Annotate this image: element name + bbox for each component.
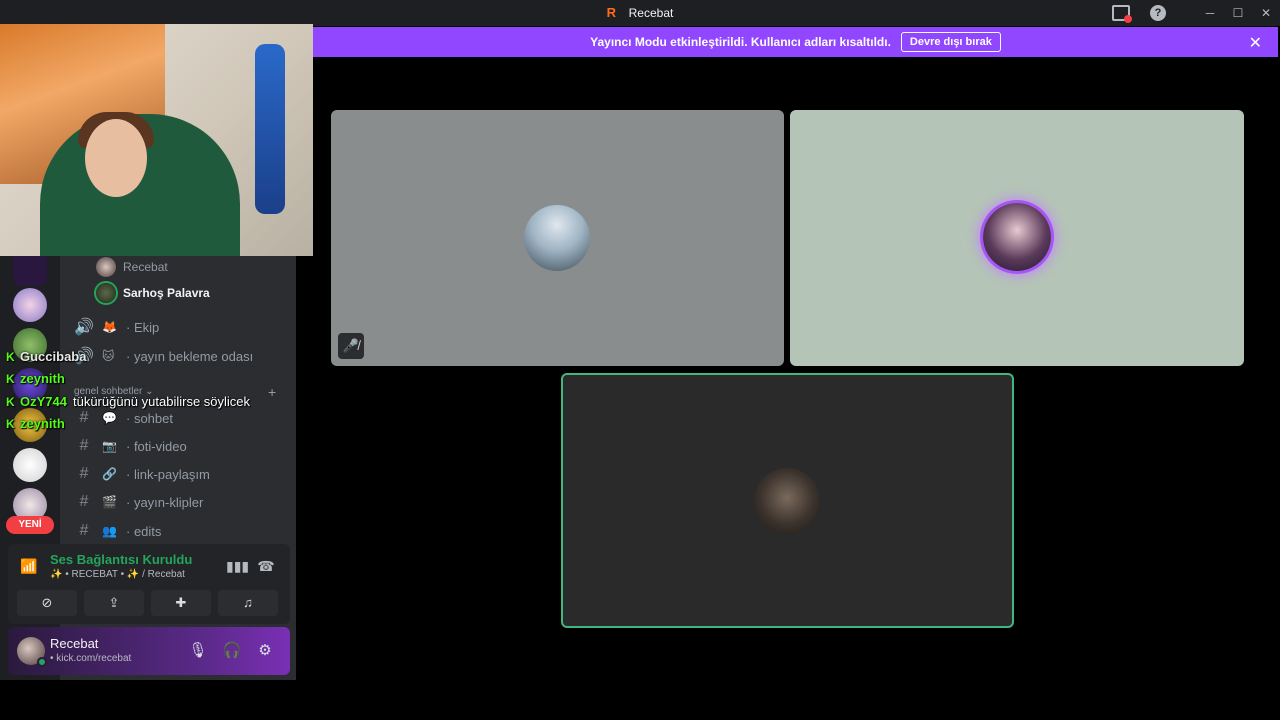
help-icon[interactable]: ? — [1150, 5, 1166, 21]
banner-close-icon[interactable]: ✕ — [1249, 33, 1262, 53]
channel-emoji: 🎬 — [102, 495, 117, 509]
user-avatar — [96, 257, 116, 277]
headphones-icon[interactable]: 🎧 — [222, 641, 242, 661]
video-tile-2[interactable] — [790, 110, 1244, 366]
chat-username: OzY744 — [20, 394, 67, 409]
minimize-button[interactable]: ─ — [1196, 0, 1224, 26]
channel-label: · yayın bekleme odası — [126, 348, 254, 364]
add-channel-icon[interactable]: + — [268, 384, 276, 400]
chat-username: Guccibaba — [20, 349, 87, 364]
streamer-face — [85, 119, 147, 197]
voice-user-row[interactable]: Sarhoş Palavra — [96, 282, 210, 304]
user-avatar — [96, 283, 116, 303]
voice-connection-panel: 📶 Ses Bağlantısı Kuruldu ✨ • RECEBAT • ✨… — [8, 544, 290, 624]
channel-emoji: 🦊 — [102, 320, 117, 334]
server-icon-6[interactable] — [13, 448, 47, 482]
channel-label: · yayın-klipler — [126, 494, 204, 510]
notification-dot — [1124, 15, 1132, 23]
voice-channel-waiting-room[interactable]: 🔊 🐱 · yayın bekleme odası — [74, 344, 284, 368]
hash-icon: # — [79, 409, 89, 426]
channel-label: · Ekip — [126, 319, 160, 335]
speaker-icon: 🔊 — [74, 319, 94, 336]
chat-username: zeynith — [20, 371, 65, 386]
kick-badge-icon: K — [6, 371, 15, 386]
settings-gear-icon[interactable]: ⚙ — [255, 641, 275, 661]
channel-emoji: 👥 — [102, 524, 117, 538]
user-custom-status: • kick.com/recebat — [50, 653, 132, 664]
mic-muted-icon: 🎤̸ — [338, 333, 364, 359]
activities-button[interactable]: ✚ — [151, 590, 211, 616]
channel-label: · edits — [126, 523, 162, 539]
video-tile-3[interactable] — [561, 373, 1014, 628]
channel-emoji: 💬 — [102, 411, 117, 425]
window-title: Recebat — [628, 6, 674, 20]
bottom-strip — [0, 680, 1280, 720]
voice-status-title[interactable]: Ses Bağlantısı Kuruldu — [50, 552, 192, 567]
noise-suppression-icon[interactable]: ▮▮▮ — [226, 558, 249, 578]
voice-channel-ekip[interactable]: 🔊 🦊 · Ekip — [74, 315, 284, 339]
chat-overlay-line: K OzY744 tükürüğünü yutabilirse söylicek — [6, 394, 250, 409]
text-channel-yayin-klipler[interactable]: # 🎬 · yayın-klipler — [74, 490, 284, 514]
user-name: Recebat — [50, 636, 99, 651]
title-bar: R Recebat ? ─ ☐ ✕ — [0, 0, 1280, 26]
voice-user-name: Sarhoş Palavra — [123, 286, 210, 300]
voice-user-row[interactable]: Recebat — [96, 256, 168, 278]
discord-app: R Recebat ? ─ ☐ ✕ Yayıncı Modu etkinleşt… — [0, 0, 1280, 720]
chat-message: tükürüğünü yutabilirse söylicek — [72, 394, 251, 409]
participant-avatar — [524, 205, 590, 271]
kick-badge-icon: K — [6, 394, 15, 409]
disconnect-icon[interactable]: ☎ — [256, 558, 276, 578]
voice-status-subtitle: ✨ • RECEBAT • ✨ / Recebat — [50, 569, 185, 580]
channel-emoji: 🔗 — [102, 467, 117, 481]
participant-avatar-speaking — [983, 203, 1051, 271]
hash-icon: # — [79, 493, 89, 510]
maximize-button[interactable]: ☐ — [1224, 0, 1252, 26]
chat-overlay-line: K zeynith — [6, 371, 71, 386]
guitar-image — [255, 44, 285, 214]
video-tile-1[interactable]: 🎤̸ — [331, 110, 784, 366]
text-channel-foti-video[interactable]: # 📷 · foti-video — [74, 434, 284, 458]
inbox-icon[interactable] — [1112, 5, 1132, 23]
chat-overlay-line: K Guccibaba — [6, 349, 92, 364]
participant-avatar — [754, 468, 820, 534]
kick-badge-icon: K — [6, 349, 15, 364]
microphone-icon[interactable]: 🎙 — [188, 641, 208, 661]
hash-icon: # — [79, 522, 89, 539]
server-icon-twitch[interactable] — [13, 252, 47, 286]
screen-share-button[interactable]: ⇪ — [84, 590, 144, 616]
streamer-mode-banner: Yayıncı Modu etkinleştirildi. Kullanıcı … — [313, 27, 1278, 57]
channel-label: · link-paylaşım — [126, 466, 210, 482]
channel-label: · foti-video — [126, 438, 187, 454]
soundboard-button[interactable]: ♫ — [218, 590, 278, 616]
hash-icon: # — [79, 465, 89, 482]
text-channel-sohbet[interactable]: # 💬 · sohbet — [74, 406, 284, 430]
text-channel-link-paylasim[interactable]: # 🔗 · link-paylaşım — [74, 462, 284, 486]
channel-emoji: 🐱 — [102, 349, 115, 363]
server-icon-2[interactable] — [13, 288, 47, 322]
close-window-button[interactable]: ✕ — [1252, 0, 1280, 26]
webcam-overlay — [0, 24, 313, 256]
new-badge[interactable]: YENİ — [6, 516, 54, 534]
channel-label: · sohbet — [126, 410, 173, 426]
user-avatar[interactable] — [17, 637, 47, 667]
video-grid: 🎤̸ — [298, 57, 1280, 680]
chat-username: zeynith — [20, 416, 65, 431]
hash-icon: # — [79, 437, 89, 454]
window-controls: ? ─ ☐ ✕ — [1112, 0, 1280, 26]
channel-emoji: 📷 — [102, 439, 117, 453]
signal-icon[interactable]: 📶 — [20, 558, 40, 578]
chat-overlay-line: K zeynith — [6, 416, 71, 431]
kick-badge-icon: K — [6, 416, 15, 431]
banner-message: Yayıncı Modu etkinleştirildi. Kullanıcı … — [590, 35, 891, 49]
user-panel: Recebat • kick.com/recebat 🎙 🎧 ⚙ — [8, 627, 290, 675]
app-logo-icon: R — [606, 5, 617, 20]
online-status-icon — [37, 657, 47, 667]
text-channel-edits[interactable]: # 👥 · edits — [74, 519, 284, 543]
camera-off-button[interactable]: ⊘ — [17, 590, 77, 616]
voice-user-name: Recebat — [123, 260, 168, 274]
disable-streamer-mode-button[interactable]: Devre dışı bırak — [900, 32, 1001, 52]
